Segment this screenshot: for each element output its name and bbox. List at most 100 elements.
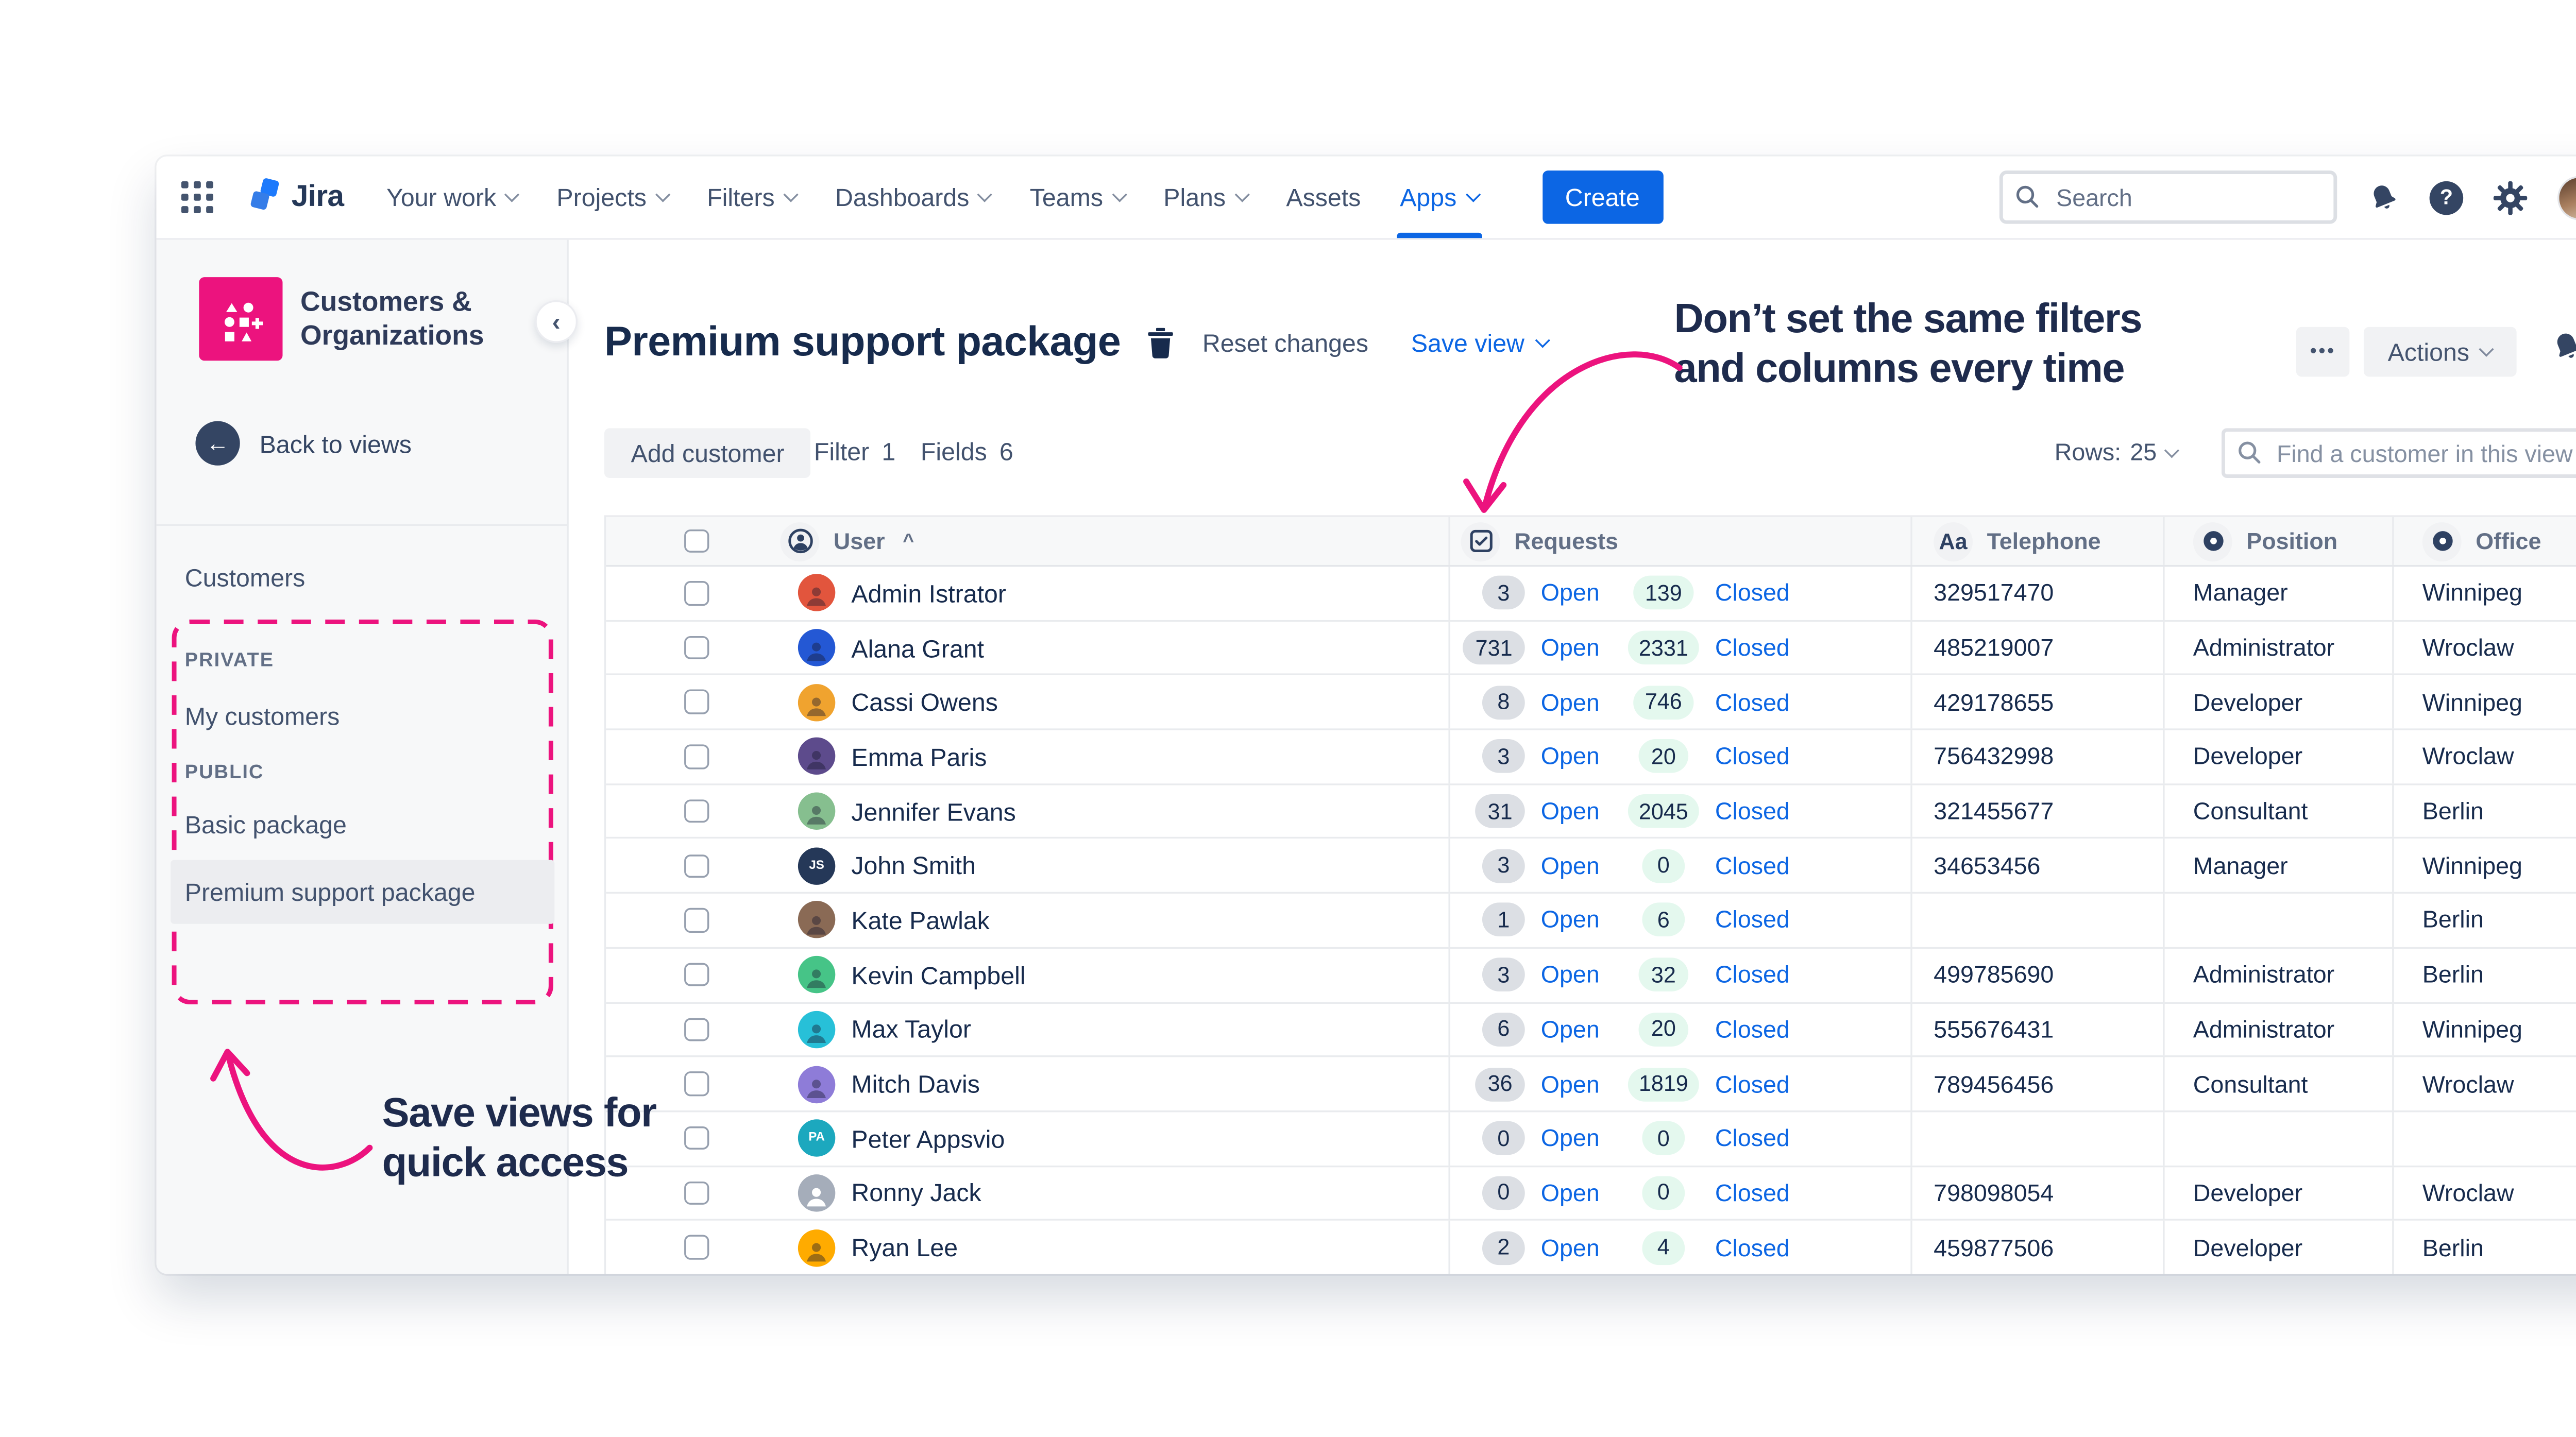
open-requests-link[interactable]: Open: [1541, 852, 1612, 879]
row-checkbox[interactable]: [684, 1017, 708, 1041]
app-switcher-icon[interactable]: [181, 181, 213, 213]
open-requests-link[interactable]: Open: [1541, 743, 1612, 770]
open-requests-link[interactable]: Open: [1541, 1125, 1612, 1152]
open-requests-link[interactable]: Open: [1541, 1016, 1612, 1043]
settings-gear-icon[interactable]: [2493, 180, 2528, 214]
closed-requests-link[interactable]: Closed: [1715, 1179, 1790, 1206]
open-requests-link[interactable]: Open: [1541, 1234, 1612, 1261]
closed-requests-link[interactable]: Closed: [1715, 689, 1790, 715]
closed-requests-link[interactable]: Closed: [1715, 907, 1790, 934]
closed-requests-link[interactable]: Closed: [1715, 1125, 1790, 1152]
user-avatar[interactable]: [2557, 175, 2576, 220]
back-to-views[interactable]: ← Back to views: [195, 421, 412, 466]
row-checkbox[interactable]: [684, 1072, 708, 1096]
row-checkbox[interactable]: [684, 1126, 708, 1151]
nav-item-assets[interactable]: Assets: [1286, 157, 1361, 238]
nav-item-apps[interactable]: Apps: [1396, 157, 1482, 238]
chevron-down-icon: [1234, 187, 1249, 202]
column-header-telephone[interactable]: Aa Telephone: [1910, 517, 2163, 565]
column-header-position[interactable]: Position: [2163, 517, 2392, 565]
row-checkbox[interactable]: [684, 1235, 708, 1260]
annotation-top: Don’t set the same filters and columns e…: [1674, 293, 2143, 392]
nav-item-filters[interactable]: Filters: [707, 157, 799, 238]
closed-count-badge: 20: [1638, 740, 1688, 774]
sidebar-item-customers[interactable]: Customers: [185, 563, 305, 592]
global-search-input[interactable]: [1999, 170, 2337, 224]
sidebar-collapse-button[interactable]: ‹: [535, 300, 578, 343]
annotation-bottom: Save views for quick access: [382, 1087, 657, 1187]
closed-requests-link[interactable]: Closed: [1715, 635, 1790, 661]
position-value: Consultant: [2193, 798, 2308, 825]
row-checkbox[interactable]: [684, 690, 708, 714]
closed-requests-link[interactable]: Closed: [1715, 1016, 1790, 1043]
help-icon[interactable]: ?: [2429, 180, 2464, 214]
find-customer-input[interactable]: [2222, 428, 2576, 478]
row-checkbox[interactable]: [684, 799, 708, 824]
notifications-bell-icon[interactable]: [2362, 176, 2404, 218]
nav-item-projects[interactable]: Projects: [556, 157, 670, 238]
closed-requests-link[interactable]: Closed: [1715, 580, 1790, 607]
row-checkbox[interactable]: [684, 1181, 708, 1205]
column-header-requests[interactable]: Requests: [1448, 517, 1910, 565]
column-header-office[interactable]: Office: [2392, 517, 2576, 565]
closed-requests-link[interactable]: Closed: [1715, 743, 1790, 770]
open-requests-link[interactable]: Open: [1541, 580, 1612, 607]
open-requests-link[interactable]: Open: [1541, 635, 1612, 661]
more-options-button[interactable]: •••: [2296, 327, 2350, 377]
closed-requests-link[interactable]: Closed: [1715, 1070, 1790, 1097]
delete-view-trash-icon[interactable]: [1145, 326, 1174, 358]
open-count-badge: 3: [1482, 576, 1525, 610]
position-value: Developer: [2193, 1234, 2303, 1261]
nav-item-plans[interactable]: Plans: [1163, 157, 1249, 238]
select-all-checkbox[interactable]: [684, 529, 708, 553]
filter-button[interactable]: Filter 1: [814, 437, 895, 466]
column-header-user[interactable]: User ^: [713, 517, 1448, 565]
open-requests-link[interactable]: Open: [1541, 798, 1612, 825]
nav-item-dashboards[interactable]: Dashboards: [835, 157, 993, 238]
actions-label: Actions: [2387, 337, 2470, 366]
open-requests-link[interactable]: Open: [1541, 907, 1612, 934]
closed-count-badge: 2331: [1628, 630, 1699, 665]
table-row: Kevin Campbell 3 Open 32 Closed 499785690 Admi…: [606, 948, 2576, 1003]
sidebar-item-my-customers[interactable]: My customers: [185, 702, 555, 730]
closed-count-badge: 20: [1638, 1012, 1688, 1047]
jira-logo[interactable]: Jira: [245, 178, 344, 217]
create-button[interactable]: Create: [1541, 170, 1663, 224]
open-requests-link[interactable]: Open: [1541, 689, 1612, 715]
closed-requests-link[interactable]: Closed: [1715, 852, 1790, 879]
add-customer-button[interactable]: Add customer: [604, 428, 811, 478]
view-notifications-bell-icon[interactable]: [2546, 324, 2576, 376]
row-avatar: [798, 1228, 836, 1267]
office-value: Berlin: [2422, 961, 2484, 988]
nav-item-teams[interactable]: Teams: [1030, 157, 1127, 238]
rows-per-page-select[interactable]: Rows: 25: [2055, 439, 2179, 466]
sidebar-section-header: PRIVATE: [184, 650, 275, 672]
open-count-badge: 3: [1482, 849, 1525, 883]
table-row: Ryan Lee 2 Open 4 Closed 459877506 Developer Be…: [606, 1221, 2576, 1274]
open-requests-link[interactable]: Open: [1541, 962, 1612, 988]
position-value: Consultant: [2193, 1070, 2308, 1098]
save-view-button[interactable]: Save view: [1411, 328, 1550, 356]
open-requests-link[interactable]: Open: [1541, 1070, 1612, 1097]
nav-item-your-work[interactable]: Your work: [386, 157, 520, 238]
sidebar-item-basic-package[interactable]: Basic package: [185, 810, 555, 839]
row-checkbox[interactable]: [684, 908, 708, 933]
closed-requests-link[interactable]: Closed: [1715, 962, 1790, 988]
actions-button[interactable]: Actions: [2363, 327, 2517, 377]
row-checkbox[interactable]: [684, 853, 708, 878]
option-column-icon: [2422, 521, 2462, 561]
sidebar-item-premium-support-package[interactable]: Premium support package: [171, 860, 555, 924]
closed-requests-link[interactable]: Closed: [1715, 1234, 1790, 1261]
row-checkbox[interactable]: [684, 581, 708, 605]
row-checkbox[interactable]: [684, 744, 708, 769]
row-checkbox[interactable]: [684, 636, 708, 660]
reset-changes-button[interactable]: Reset changes: [1202, 328, 1368, 356]
office-value: Winnipeg: [2422, 1016, 2522, 1043]
open-requests-link[interactable]: Open: [1541, 1179, 1612, 1206]
row-checkbox[interactable]: [684, 963, 708, 987]
closed-requests-link[interactable]: Closed: [1715, 798, 1790, 825]
telephone-value: 789456456: [1934, 1070, 2054, 1098]
open-count-badge: 731: [1463, 630, 1525, 665]
position-value: Administrator: [2193, 1016, 2335, 1043]
fields-button[interactable]: Fields 6: [921, 437, 1013, 466]
